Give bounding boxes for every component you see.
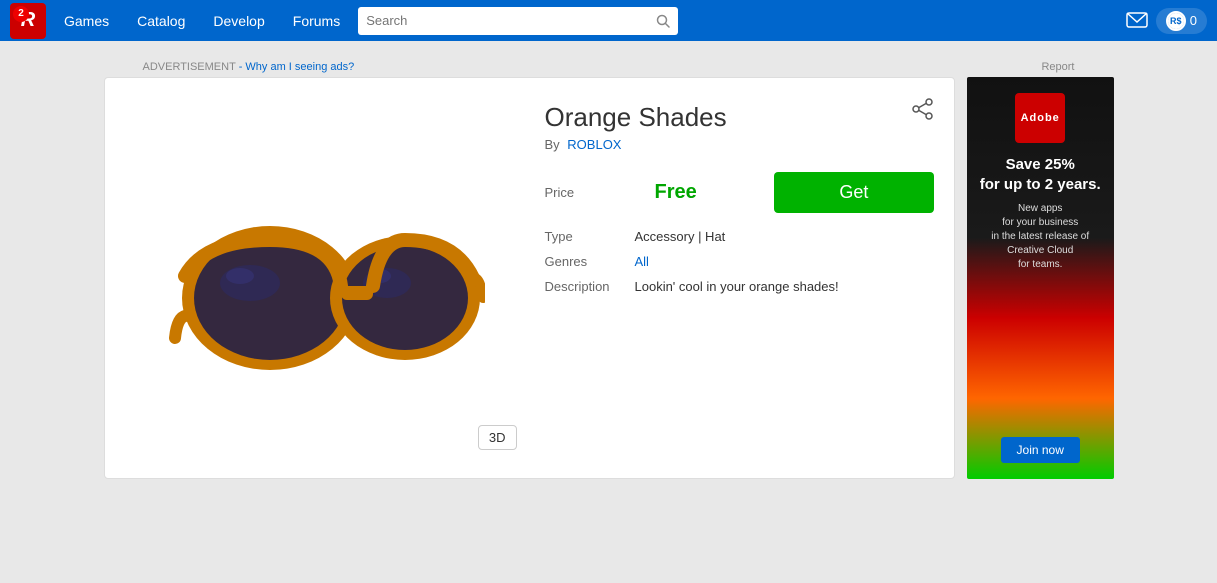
description-row: Description Lookin' cool in your orange …	[545, 279, 934, 294]
adobe-logo: Adobe	[1015, 93, 1065, 143]
messages-icon[interactable]	[1126, 12, 1148, 30]
genres-row: Genres All	[545, 254, 934, 269]
adobe-logo-text: Adobe	[1021, 112, 1060, 124]
search-bar	[358, 7, 678, 35]
page-body: ADVERTISEMENT - Why am I seeing ads? Rep…	[0, 41, 1217, 499]
robux-icon: R$	[1166, 11, 1186, 31]
nav-catalog[interactable]: Catalog	[123, 0, 199, 41]
search-button[interactable]	[656, 14, 670, 28]
price-value: Free	[655, 181, 754, 204]
nav-develop[interactable]: Develop	[199, 0, 278, 41]
advertisement-text: ADVERTISEMENT	[143, 61, 236, 73]
robux-button[interactable]: R$ 0	[1156, 8, 1207, 34]
by-label: By	[545, 137, 560, 152]
adobe-headline: Save 25% for up to 2 years.	[980, 155, 1101, 194]
item-image	[155, 128, 495, 428]
top-navigation: 2 R Games Catalog Develop Forums R$ 0	[0, 0, 1217, 41]
why-ads-link[interactable]: - Why am I seeing ads?	[239, 61, 355, 73]
adobe-ad: Adobe Save 25% for up to 2 years. New ap…	[967, 77, 1114, 479]
type-value: Accessory | Hat	[635, 229, 726, 244]
genres-link[interactable]: All	[635, 254, 649, 269]
view-3d-button[interactable]: 3D	[478, 425, 517, 450]
nav-right-section: R$ 0	[1126, 8, 1207, 34]
ad-bar: ADVERTISEMENT - Why am I seeing ads? Rep…	[139, 61, 1079, 73]
content-row: 3D Orange Shades By ROBLOX	[104, 77, 1114, 479]
robux-amount: 0	[1190, 13, 1197, 28]
ad-label: ADVERTISEMENT - Why am I seeing ads?	[143, 61, 355, 73]
nav-forums[interactable]: Forums	[279, 0, 354, 41]
type-row: Type Accessory | Hat	[545, 229, 934, 244]
item-image-section: 3D	[125, 98, 525, 458]
price-label: Price	[545, 185, 635, 200]
report-link[interactable]: Report	[1041, 61, 1074, 73]
share-button[interactable]	[912, 98, 934, 126]
description-label: Description	[545, 279, 635, 294]
item-card: 3D Orange Shades By ROBLOX	[104, 77, 955, 479]
item-title: Orange Shades	[545, 102, 934, 133]
description-value: Lookin' cool in your orange shades!	[635, 279, 839, 294]
nav-links: Games Catalog Develop Forums	[50, 0, 354, 41]
genres-label: Genres	[545, 254, 635, 269]
genres-value: All	[635, 254, 649, 269]
get-button[interactable]: Get	[774, 172, 934, 213]
item-details: Orange Shades By ROBLOX Price Free Get T…	[545, 98, 934, 458]
nav-logo-wrap[interactable]: 2 R	[10, 3, 46, 39]
nav-games[interactable]: Games	[50, 0, 123, 41]
adobe-sub: New apps for your business in the latest…	[991, 202, 1089, 272]
type-label: Type	[545, 229, 635, 244]
seller-link[interactable]: ROBLOX	[567, 137, 621, 152]
search-input[interactable]	[366, 13, 650, 28]
notification-badge: 2	[13, 6, 29, 22]
join-now-button[interactable]: Join now	[1001, 437, 1080, 463]
price-row: Price Free Get	[545, 172, 934, 213]
item-by: By ROBLOX	[545, 137, 934, 152]
